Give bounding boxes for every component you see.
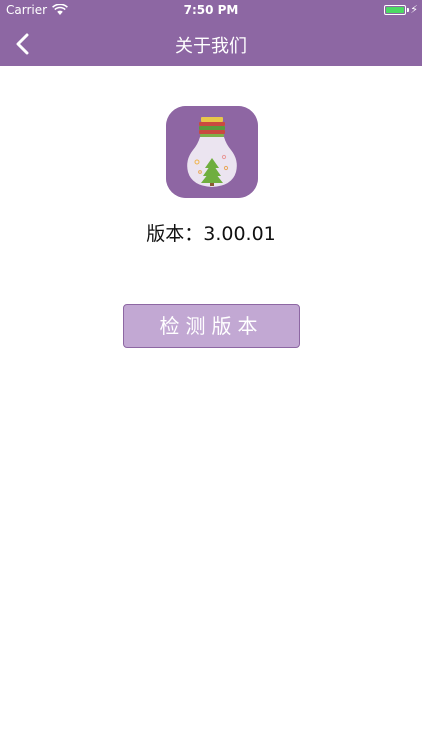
check-version-button[interactable]: 检测版本 <box>123 304 300 348</box>
app-icon <box>166 106 258 198</box>
header: Carrier 7:50 PM ⚡ 关于我们 <box>0 0 422 66</box>
nav-bar: 关于我们 <box>0 22 422 66</box>
page-title: 关于我们 <box>175 36 247 57</box>
status-time: 7:50 PM <box>183 3 239 17</box>
charging-icon: ⚡ <box>410 3 418 16</box>
battery-tip <box>407 8 409 12</box>
status-bar: Carrier 7:50 PM ⚡ <box>0 0 422 22</box>
battery-icon <box>384 5 406 15</box>
version-label: 版本：3.00.01 <box>146 223 276 245</box>
battery-fill <box>386 7 404 13</box>
